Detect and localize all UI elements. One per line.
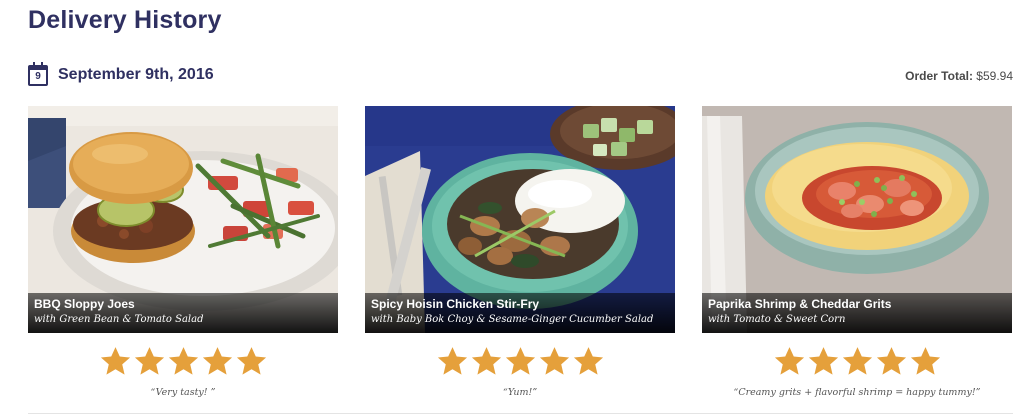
meal-caption: Spicy Hoisin Chicken Stir-Fry with Baby … [365, 293, 675, 333]
meal-subtitle: with Tomato & Sweet Corn [708, 314, 846, 325]
star-icon[interactable] [167, 345, 200, 378]
star-icon[interactable] [99, 345, 132, 378]
star-rating[interactable] [28, 345, 338, 379]
star-icon[interactable] [807, 345, 840, 378]
meal-caption: BBQ Sloppy Joes with Green Bean & Tomato… [28, 293, 338, 333]
star-icon[interactable] [572, 345, 605, 378]
meal-card-2[interactable]: Spicy Hoisin Chicken Stir-Fry with Baby … [365, 106, 675, 333]
meal-subtitle: with Green Bean & Tomato Salad [34, 314, 204, 325]
order-date: September 9th, 2016 [58, 66, 214, 83]
order-header: 9 September 9th, 2016 Order Total: $59.9… [28, 62, 1013, 88]
star-rating[interactable] [702, 345, 1012, 379]
order-total: Order Total: $59.94 [905, 69, 1013, 83]
star-icon[interactable] [436, 345, 469, 378]
star-rating[interactable] [365, 345, 675, 379]
star-icon[interactable] [841, 345, 874, 378]
star-icon[interactable] [133, 345, 166, 378]
star-icon[interactable] [470, 345, 503, 378]
meal-review: “Creamy grits + flavorful shrimp = happy… [733, 387, 981, 398]
page-title: Delivery History [28, 6, 222, 34]
star-icon[interactable] [773, 345, 806, 378]
order-total-label: Order Total: [905, 69, 973, 83]
star-icon[interactable] [909, 345, 942, 378]
star-icon[interactable] [201, 345, 234, 378]
meal-card-3[interactable]: Paprika Shrimp & Cheddar Grits with Toma… [702, 106, 1012, 333]
order-total-value: $59.94 [976, 69, 1013, 83]
star-icon[interactable] [235, 345, 268, 378]
star-icon[interactable] [538, 345, 571, 378]
meal-title: BBQ Sloppy Joes [34, 297, 135, 311]
star-icon[interactable] [875, 345, 908, 378]
divider [28, 413, 1013, 414]
star-icon[interactable] [504, 345, 537, 378]
meal-review: “Very tasty! ” [150, 387, 216, 398]
meal-card-1[interactable]: BBQ Sloppy Joes with Green Bean & Tomato… [28, 106, 338, 333]
meal-caption: Paprika Shrimp & Cheddar Grits with Toma… [702, 293, 1012, 333]
meal-subtitle: with Baby Bok Choy & Sesame-Ginger Cucum… [371, 314, 654, 325]
meal-title: Spicy Hoisin Chicken Stir-Fry [371, 297, 540, 311]
calendar-icon: 9 [28, 62, 48, 86]
meal-title: Paprika Shrimp & Cheddar Grits [708, 297, 892, 311]
meal-review: “Yum!” [502, 387, 538, 398]
